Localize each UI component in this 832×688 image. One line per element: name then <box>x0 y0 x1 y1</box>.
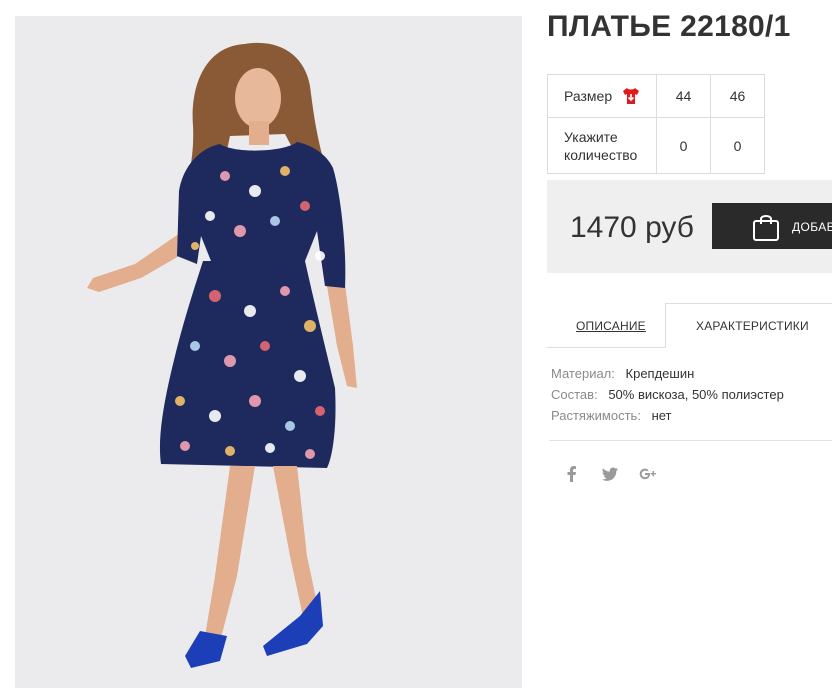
facebook-icon[interactable] <box>562 464 582 484</box>
social-divider <box>549 440 832 441</box>
characteristic-value: 50% вискоза, 50% полиэстер <box>608 387 784 402</box>
shopping-bag-icon <box>752 212 780 242</box>
shirt-icon[interactable] <box>621 86 641 106</box>
size-option-46: 46 <box>710 74 765 118</box>
tab-description[interactable]: ОПИСАНИЕ <box>576 319 646 333</box>
size-label: Размер <box>564 88 613 104</box>
size-quantity-table: Размер 44 46 Укажите количество 0 0 <box>547 74 765 174</box>
quantity-input-44[interactable]: 0 <box>656 117 711 174</box>
quantity-row: Укажите количество 0 0 <box>547 117 765 174</box>
characteristic-key: Состав: <box>551 387 598 402</box>
google-plus-icon[interactable] <box>638 464 658 484</box>
size-label-cell: Размер <box>547 74 657 118</box>
characteristic-key: Растяжимость: <box>551 408 641 423</box>
product-title: ПЛАТЬЕ 22180/1 <box>547 10 791 43</box>
characteristic-value: Крепдешин <box>625 366 695 381</box>
quantity-input-46[interactable]: 0 <box>710 117 765 174</box>
characteristic-row: Материал: Крепдешин <box>551 366 784 387</box>
quantity-label: Укажите количество <box>547 117 657 174</box>
size-option-44: 44 <box>656 74 711 118</box>
product-price: 1470 руб <box>570 211 694 244</box>
add-to-cart-button[interactable]: ДОБАВИТЬ В КОРЗИНУ <box>712 203 832 249</box>
dress-model-illustration <box>87 42 357 668</box>
add-to-cart-label: ДОБАВИТЬ В КОРЗИНУ <box>792 220 832 234</box>
twitter-icon[interactable] <box>600 464 620 484</box>
characteristics-list: Материал: Крепдешин Состав: 50% вискоза,… <box>551 366 784 429</box>
price-box: 1470 руб ДОБАВИТЬ В КОРЗИНУ <box>547 180 832 273</box>
characteristic-row: Состав: 50% вискоза, 50% полиэстер <box>551 387 784 408</box>
product-image[interactable] <box>15 16 522 688</box>
characteristic-row: Растяжимость: нет <box>551 408 784 429</box>
size-row: Размер 44 46 <box>547 74 765 118</box>
characteristic-key: Материал: <box>551 366 615 381</box>
characteristic-value: нет <box>651 408 672 423</box>
tab-characteristics[interactable]: ХАРАКТЕРИСТИКИ <box>696 319 809 333</box>
social-share <box>562 464 658 484</box>
